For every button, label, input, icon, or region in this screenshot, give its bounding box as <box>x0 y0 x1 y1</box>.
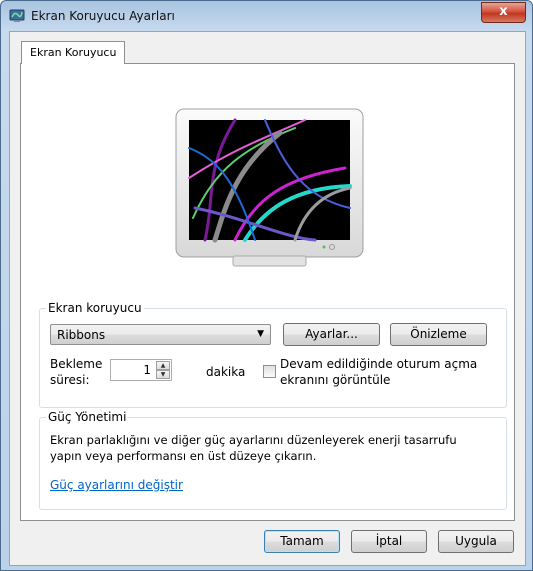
dialog-window: Ekran Koruyucu Ayarları x Ekran Koruyucu <box>0 0 533 571</box>
tab-screen-saver[interactable]: Ekran Koruyucu <box>21 41 126 64</box>
screen-saver-select[interactable]: Ribbons ▼ <box>50 324 271 345</box>
wait-unit-label: dakika <box>206 365 246 379</box>
close-button[interactable]: x <box>481 2 526 23</box>
dialog-client-area: Ekran Koruyucu Ekran koruyucu Ribbons ▼ … <box>9 31 526 566</box>
spin-down-icon[interactable]: ▼ <box>156 370 170 379</box>
monitor-preview <box>175 108 364 270</box>
close-icon: x <box>499 4 508 19</box>
power-management-group: Güç Yönetimi Ekran parlaklığını ve diğer… <box>39 410 507 510</box>
screen-saver-group-title: Ekran koruyucu <box>46 301 144 315</box>
window-title: Ekran Koruyucu Ayarları <box>31 9 175 23</box>
preview-button[interactable]: Önizleme <box>390 323 487 346</box>
wait-minutes-stepper[interactable]: 1 ▲ ▼ <box>110 359 172 381</box>
wait-label-line2: süresi: <box>50 373 90 387</box>
wait-minutes-value: 1 <box>143 363 151 377</box>
tab-panel: Ekran koruyucu Ribbons ▼ Ayarlar... Öniz… <box>20 63 515 521</box>
chevron-down-icon: ▼ <box>257 329 264 339</box>
cancel-button[interactable]: İptal <box>351 530 427 553</box>
resume-logon-label-line1[interactable]: Devam edildiğinde oturum açma <box>280 356 477 372</box>
title-bar[interactable]: Ekran Koruyucu Ayarları x <box>1 1 532 31</box>
resume-logon-checkbox[interactable] <box>263 365 276 378</box>
power-description-line1: Ekran parlaklığını ve diğer güç ayarları… <box>50 433 457 447</box>
screen-saver-app-icon <box>9 8 25 24</box>
settings-button[interactable]: Ayarlar... <box>283 323 380 346</box>
screen-saver-group: Ekran koruyucu Ribbons ▼ Ayarlar... Öniz… <box>39 301 507 408</box>
power-description-line2: yapın veya performansı en üst düzeye çık… <box>50 449 317 463</box>
screen-saver-selected-value: Ribbons <box>57 328 106 342</box>
change-power-settings-link[interactable]: Güç ayarlarını değiştir <box>50 478 183 492</box>
power-management-group-title: Güç Yönetimi <box>46 410 129 424</box>
apply-button[interactable]: Uygula <box>438 530 514 553</box>
ok-button[interactable]: Tamam <box>264 530 340 553</box>
resume-logon-label-line2[interactable]: ekranını görüntüle <box>280 372 390 388</box>
wait-label-line1: Bekleme <box>50 357 103 371</box>
spin-up-icon[interactable]: ▲ <box>156 361 170 370</box>
